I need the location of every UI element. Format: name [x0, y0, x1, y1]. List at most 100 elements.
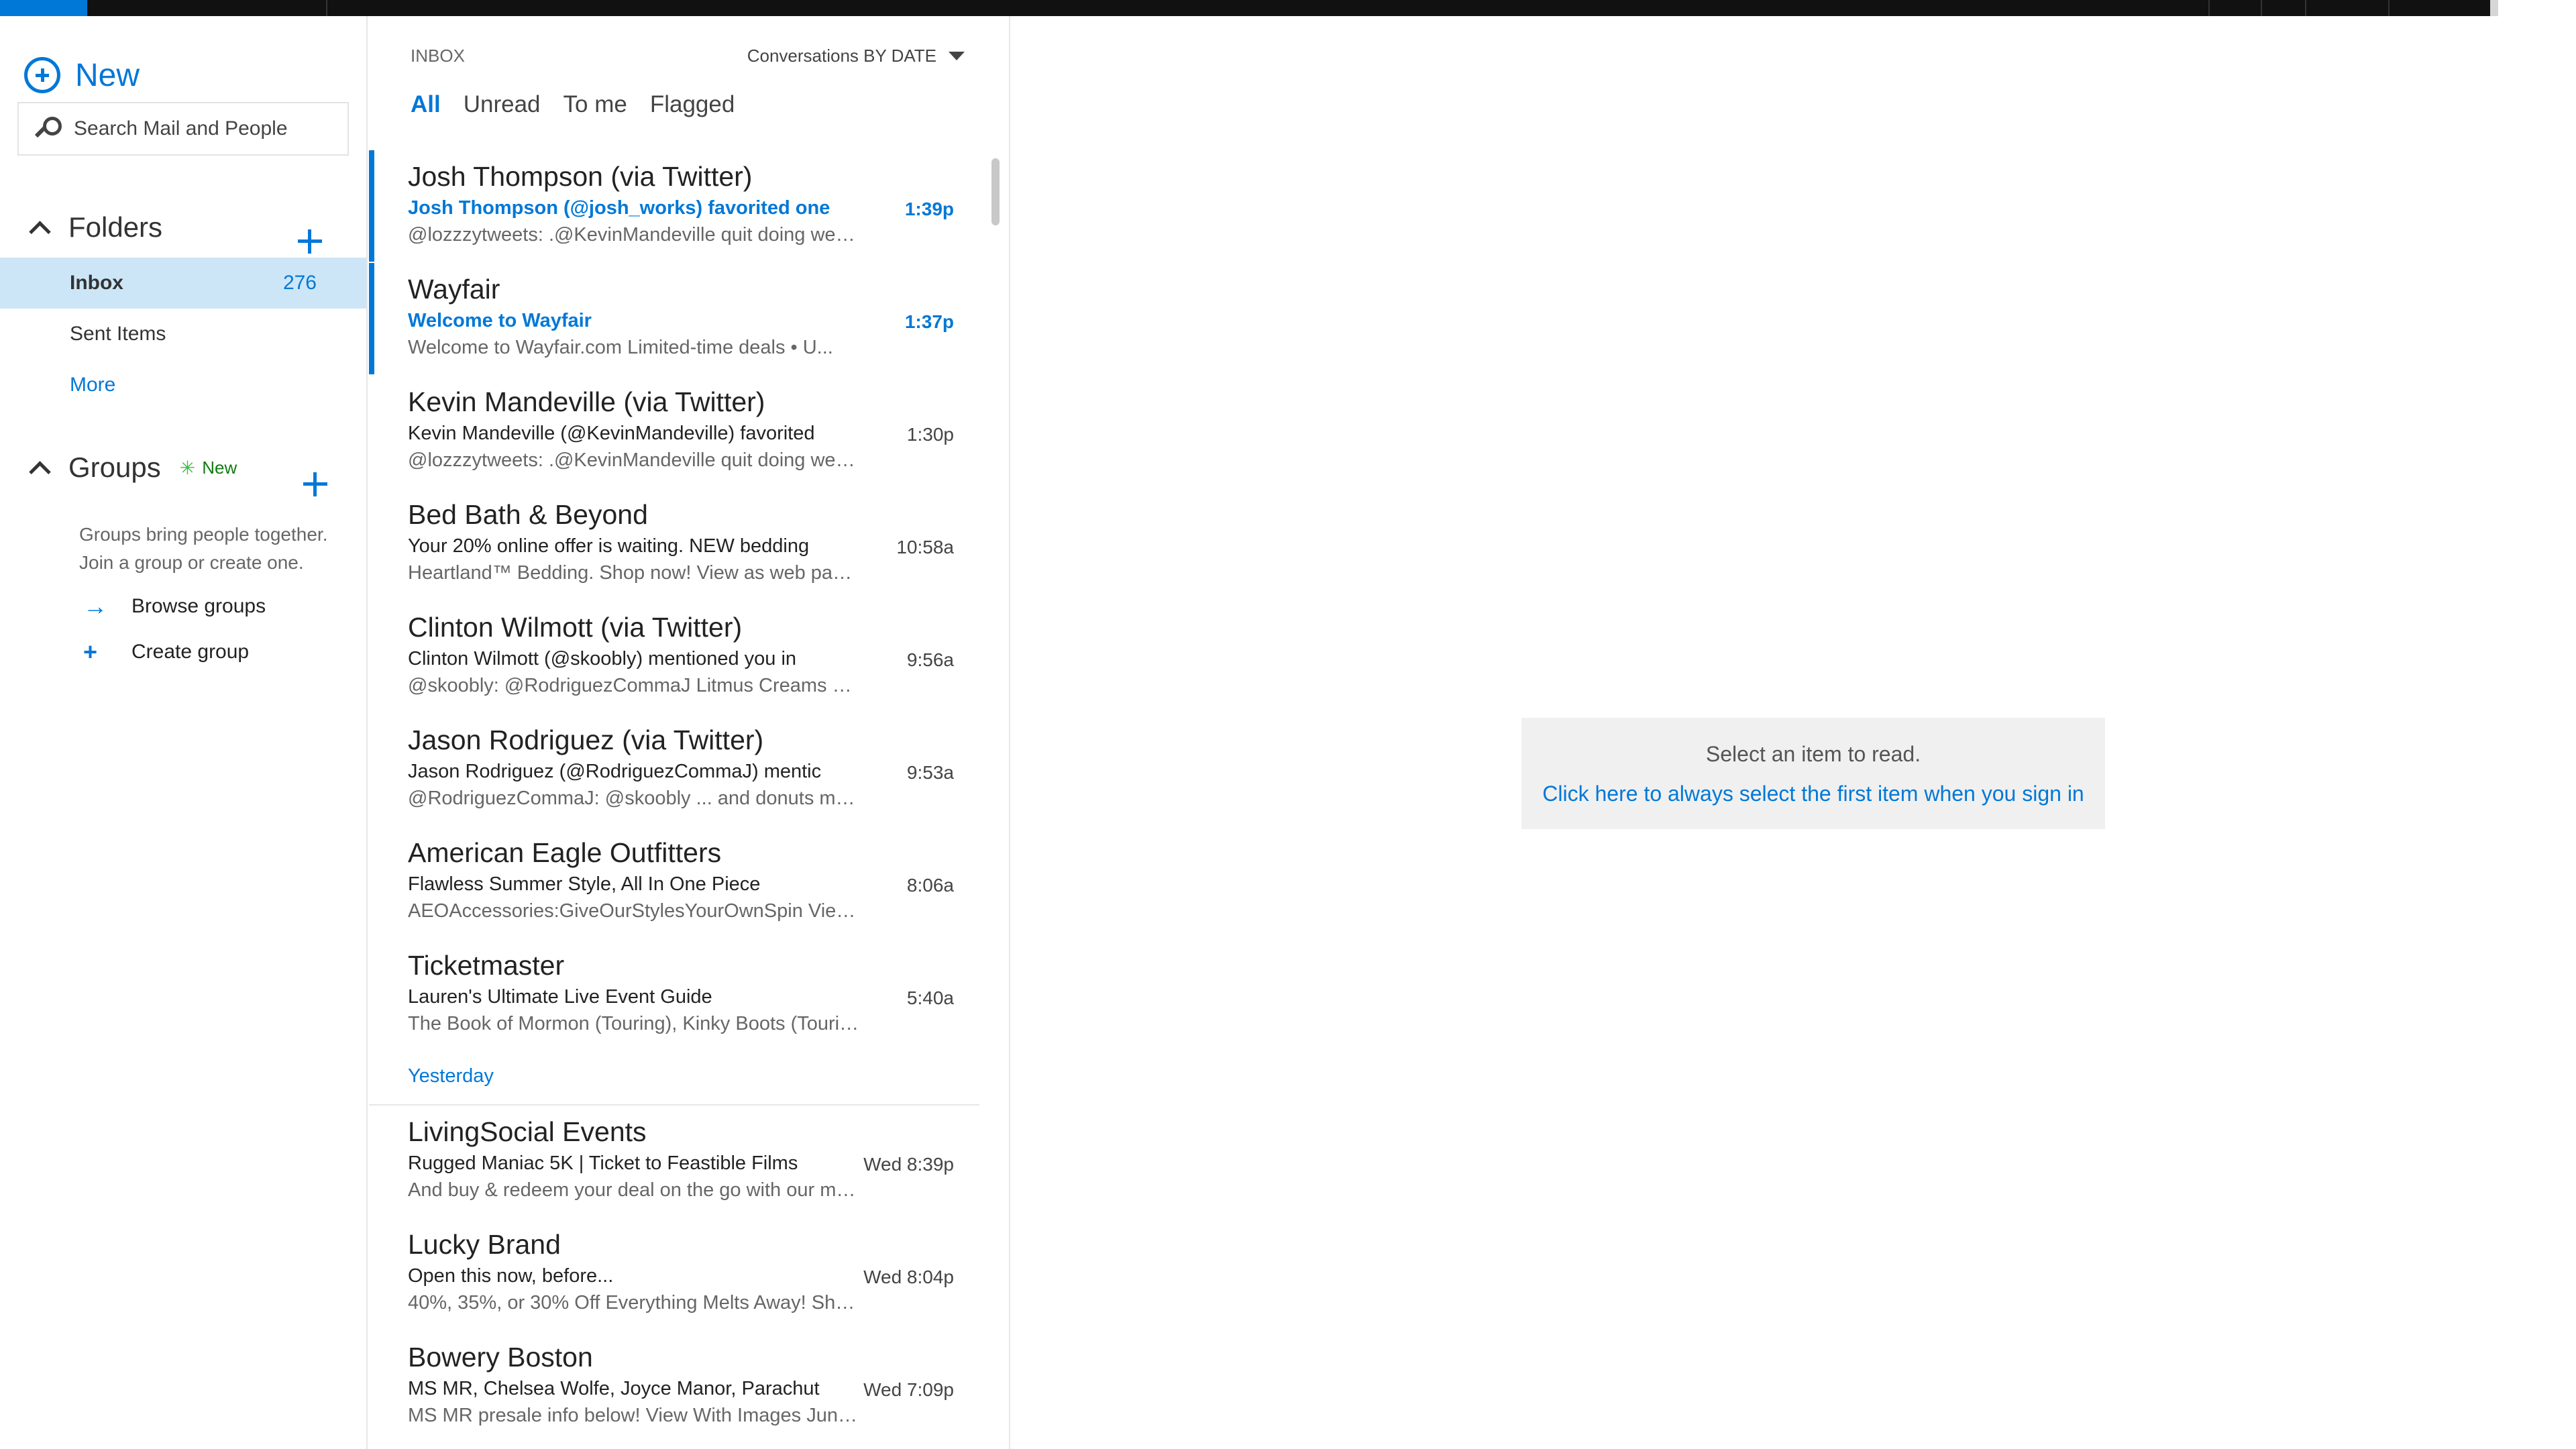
top-bar-divider	[2261, 0, 2262, 16]
filter-all[interactable]: All	[411, 91, 441, 118]
groups-title: Groups	[68, 451, 161, 483]
message-preview: The Book of Mormon (Touring), Kinky Boot…	[408, 1013, 861, 1034]
message-sender: American Eagle Outfitters	[408, 837, 722, 868]
more-link: More	[70, 374, 116, 396]
empty-reading-text: Select an item to read.	[1705, 742, 1921, 766]
chevron-up-icon[interactable]	[27, 216, 50, 239]
message-item[interactable]: Kevin Mandeville (via Twitter) Kevin Man…	[369, 376, 986, 488]
unread-count: 276	[282, 272, 317, 294]
message-item[interactable]: Ticketmaster Lauren's Ultimate Live Even…	[369, 939, 986, 1052]
folder-sent-items[interactable]: Sent Items	[0, 309, 366, 360]
message-subject: Welcome to Wayfair	[408, 310, 592, 331]
message-subject: Open this now, before...	[408, 1265, 614, 1287]
message-time: 1:30p	[906, 424, 954, 445]
message-time: 5:40a	[906, 987, 954, 1008]
filter-unread[interactable]: Unread	[464, 91, 541, 118]
message-sender: Jason Rodriguez (via Twitter)	[408, 724, 764, 755]
list-folder-name: INBOX	[411, 46, 465, 66]
message-list-scrollbar[interactable]	[991, 158, 1000, 225]
create-group-label: Create group	[131, 641, 250, 663]
message-sender: Lucky Brand	[408, 1229, 561, 1260]
top-bar-divider	[2388, 0, 2390, 16]
date-group-header: Yesterday	[369, 1052, 979, 1106]
groups-header: Groups ✳ New	[27, 444, 329, 491]
folders-title: Folders	[68, 211, 163, 243]
select-first-item-link[interactable]: Click here to always select the first it…	[1521, 782, 2105, 806]
top-bar-divider	[2305, 0, 2306, 16]
plus-circle-icon	[24, 57, 60, 93]
add-folder-button[interactable]	[298, 229, 322, 254]
message-subject: Your 20% online offer is waiting. NEW be…	[408, 535, 810, 557]
folders-header: Folders	[27, 204, 329, 251]
folder-label: Inbox	[70, 272, 123, 294]
message-item[interactable]: American Eagle Outfitters Flawless Summe…	[369, 826, 986, 939]
message-time: Wed 7:09p	[863, 1379, 954, 1400]
message-item[interactable]: Jason Rodriguez (via Twitter) Jason Rodr…	[369, 714, 986, 826]
message-item[interactable]: Bowery Boston MS MR, Chelsea Wolfe, Joyc…	[369, 1331, 986, 1444]
message-preview: @skoobly: @RodriguezCommaJ Litmus Creams…	[408, 675, 861, 696]
message-subject: Kevin Mandeville (@KevinMandeville) favo…	[408, 423, 815, 444]
app-launcher-accent[interactable]	[0, 0, 87, 16]
plus-icon: +	[83, 638, 98, 665]
message-sender: Kevin Mandeville (via Twitter)	[408, 386, 765, 417]
message-preview: @lozzzytweets: .@KevinMandeville quit do…	[408, 224, 861, 246]
message-item[interactable]: Wayfair Welcome to Wayfair 1:37p Welcome…	[369, 263, 986, 376]
chevron-up-icon[interactable]	[27, 456, 50, 479]
folder-inbox[interactable]: Inbox 276	[0, 258, 366, 309]
message-preview: @lozzzytweets: .@KevinMandeville quit do…	[408, 449, 861, 471]
sparkle-icon: ✳	[179, 457, 196, 478]
message-preview: Heartland™ Bedding. Shop now! View as we…	[408, 562, 861, 584]
message-list: Josh Thompson (via Twitter) Josh Thompso…	[369, 150, 986, 1444]
search-box[interactable]	[17, 102, 349, 156]
message-sender: LivingSocial Events	[408, 1116, 647, 1147]
message-item[interactable]: Bed Bath & Beyond Your 20% online offer …	[369, 488, 986, 601]
add-group-button[interactable]	[303, 472, 327, 496]
folder-more[interactable]: More	[0, 360, 366, 411]
message-sender: Bed Bath & Beyond	[408, 499, 648, 530]
sort-dropdown[interactable]: Conversations BY DATE	[747, 46, 965, 66]
new-badge-label: New	[202, 457, 237, 478]
message-time: 1:39p	[904, 199, 954, 219]
message-time: 1:37p	[904, 311, 954, 332]
caret-down-icon	[949, 52, 965, 60]
top-bar	[0, 0, 2576, 16]
new-message-label: New	[75, 57, 140, 93]
message-sender: Ticketmaster	[408, 950, 565, 981]
message-time: 10:58a	[896, 537, 954, 557]
message-item[interactable]: Lucky Brand Open this now, before... Wed…	[369, 1218, 986, 1331]
message-preview: AEOAccessories:GiveOurStylesYourOwnSpin …	[408, 900, 861, 922]
browse-groups-button[interactable]: → Browse groups	[83, 588, 266, 625]
message-subject: Clinton Wilmott (@skoobly) mentioned you…	[408, 648, 797, 669]
filter-flagged[interactable]: Flagged	[650, 91, 735, 118]
folder-pane: New Folders Inbox 276 Sent Items More Gr…	[0, 16, 368, 1449]
message-preview: Welcome to Wayfair.com Limited-time deal…	[408, 337, 833, 358]
date-group-label: Yesterday	[408, 1065, 494, 1087]
message-preview: 40%, 35%, or 30% Off Everything Melts Aw…	[408, 1292, 861, 1313]
message-subject: Jason Rodriguez (@RodriguezCommaJ) menti…	[408, 761, 822, 782]
message-subject: MS MR, Chelsea Wolfe, Joyce Manor, Parac…	[408, 1378, 820, 1399]
message-preview: And buy & redeem your deal on the go wit…	[408, 1179, 861, 1201]
top-bar-endcap	[2490, 0, 2576, 16]
new-badge: ✳ New	[180, 457, 237, 479]
message-list-pane: INBOX Conversations BY DATE All Unread T…	[369, 16, 1010, 1449]
message-item[interactable]: LivingSocial Events Rugged Maniac 5K | T…	[369, 1106, 986, 1218]
message-time: 9:56a	[906, 649, 954, 670]
message-item[interactable]: Clinton Wilmott (via Twitter) Clinton Wi…	[369, 601, 986, 714]
filter-to-me[interactable]: To me	[564, 91, 627, 118]
message-subject: Josh Thompson (@josh_works) favorited on…	[408, 197, 830, 219]
message-sender: Bowery Boston	[408, 1342, 593, 1373]
message-subject: Lauren's Ultimate Live Event Guide	[408, 986, 712, 1008]
message-time: Wed 8:04p	[863, 1267, 954, 1287]
new-message-button[interactable]: New	[24, 40, 140, 110]
sort-label: Conversations BY DATE	[747, 46, 936, 66]
search-input[interactable]	[74, 117, 342, 140]
message-preview: MS MR presale info below! View With Imag…	[408, 1405, 861, 1426]
message-preview: @RodriguezCommaJ: @skoobly ... and donut…	[408, 788, 861, 809]
top-bar-divider	[326, 0, 327, 16]
message-item[interactable]: Josh Thompson (via Twitter) Josh Thompso…	[369, 150, 986, 263]
message-time: 8:06a	[906, 875, 954, 896]
create-group-button[interactable]: + Create group	[83, 633, 249, 671]
message-subject: Rugged Maniac 5K | Ticket to Feastible F…	[408, 1152, 798, 1174]
message-time: Wed 8:39p	[863, 1154, 954, 1175]
arrow-right-icon: →	[83, 592, 107, 620]
